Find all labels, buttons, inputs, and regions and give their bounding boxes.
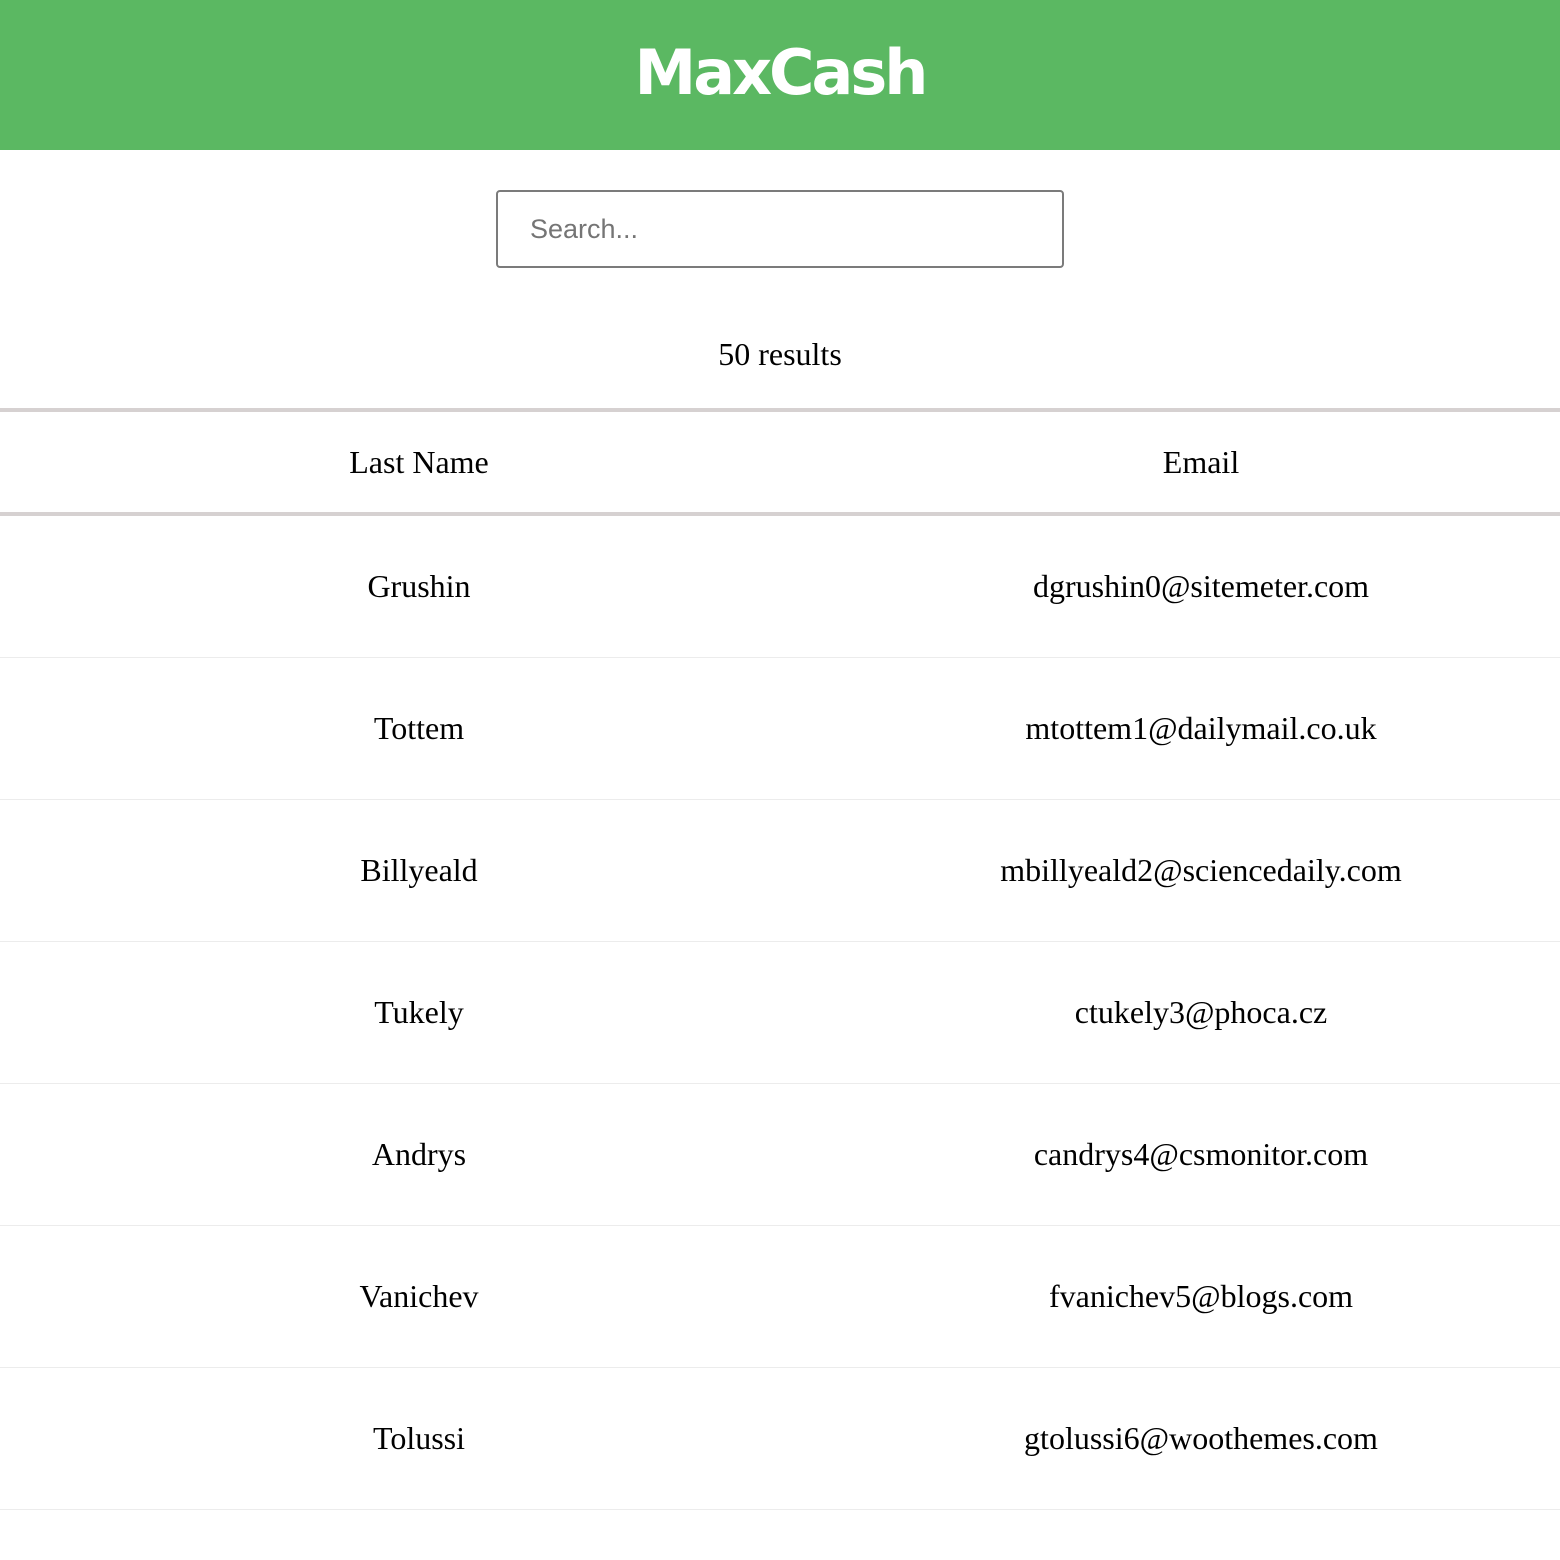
email-cell: ctukely3@phoca.cz [838,941,1560,1084]
last-name-cell: Vanichev [0,1225,838,1368]
search-input[interactable] [496,190,1064,268]
results-table: Last Name Email Grushin dgrushin0@siteme… [0,408,1560,1510]
search-container [0,150,1560,306]
email-cell: dgrushin0@sitemeter.com [838,514,1560,658]
table-row[interactable]: Tolussi gtolussi6@woothemes.com [0,1367,1560,1510]
email-cell: candrys4@csmonitor.com [838,1083,1560,1226]
table-row[interactable]: Grushin dgrushin0@sitemeter.com [0,514,1560,658]
last-name-cell: Tottem [0,657,838,800]
last-name-cell: Grushin [0,514,838,658]
column-header-last-name[interactable]: Last Name [0,408,838,516]
table-row[interactable]: Billyeald mbillyeald2@sciencedaily.com [0,799,1560,942]
email-cell: gtolussi6@woothemes.com [838,1367,1560,1510]
last-name-cell: Tolussi [0,1367,838,1510]
table-row[interactable]: Tottem mtottem1@dailymail.co.uk [0,657,1560,800]
last-name-cell: Andrys [0,1083,838,1226]
table-row[interactable]: Andrys candrys4@csmonitor.com [0,1083,1560,1226]
last-name-cell: Tukely [0,941,838,1084]
app-header: MaxCash [0,0,1560,150]
email-cell: mtottem1@dailymail.co.uk [838,657,1560,800]
table-row[interactable]: Tukely ctukely3@phoca.cz [0,941,1560,1084]
last-name-cell: Billyeald [0,799,838,942]
table-header-row: Last Name Email [0,408,1560,516]
results-count: 50 results [718,336,842,372]
maxcash-logo: MaxCash [634,36,929,109]
column-header-email[interactable]: Email [838,408,1560,516]
email-cell: mbillyeald2@sciencedaily.com [838,799,1560,942]
email-cell: fvanichev5@blogs.com [838,1225,1560,1368]
table-row[interactable]: Vanichev fvanichev5@blogs.com [0,1225,1560,1368]
